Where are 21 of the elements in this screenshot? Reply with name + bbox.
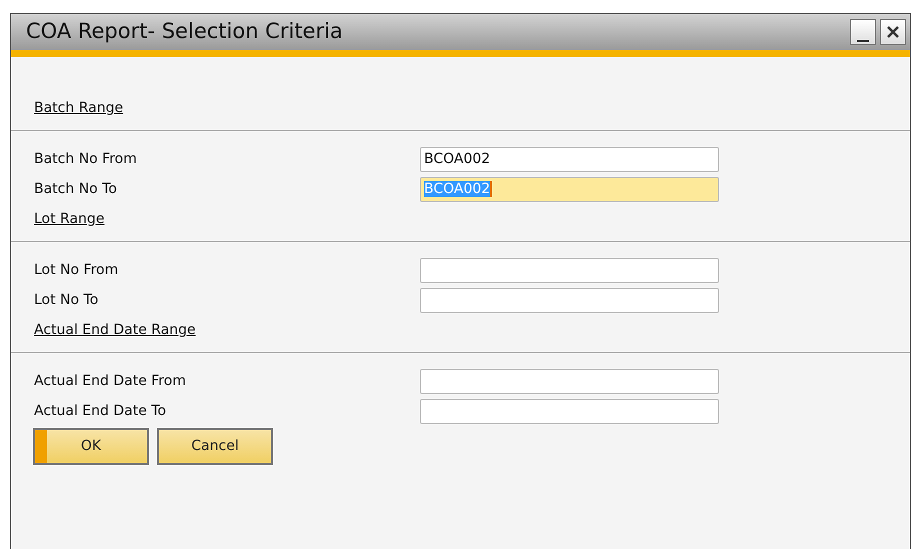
field-label: Lot No To <box>34 290 100 310</box>
field-label: Batch No To <box>34 180 118 198</box>
input-field[interactable] <box>420 368 719 394</box>
close-button[interactable] <box>880 19 906 45</box>
input-field[interactable] <box>420 398 719 424</box>
field-label: Lot No From <box>34 260 120 280</box>
input-field[interactable] <box>420 258 719 282</box>
input-field[interactable] <box>420 288 719 312</box>
window-title: COA Report- Selection Criteria <box>26 18 343 46</box>
minimize-button[interactable] <box>850 19 876 45</box>
field-label: Actual End Date To <box>34 402 168 420</box>
close-icon <box>886 25 900 39</box>
ok-button[interactable]: OK <box>33 428 149 465</box>
section-heading: Actual End Date Range <box>34 321 197 340</box>
field-label: Batch No From <box>34 150 138 168</box>
section-heading: Batch Range <box>34 99 124 118</box>
cancel-button[interactable]: Cancel <box>157 428 273 465</box>
section-heading: Lot Range <box>34 210 106 229</box>
minimize-icon <box>857 40 869 42</box>
field-label: Actual End Date From <box>34 372 187 390</box>
input-field[interactable]: BCOA002 <box>420 146 719 172</box>
